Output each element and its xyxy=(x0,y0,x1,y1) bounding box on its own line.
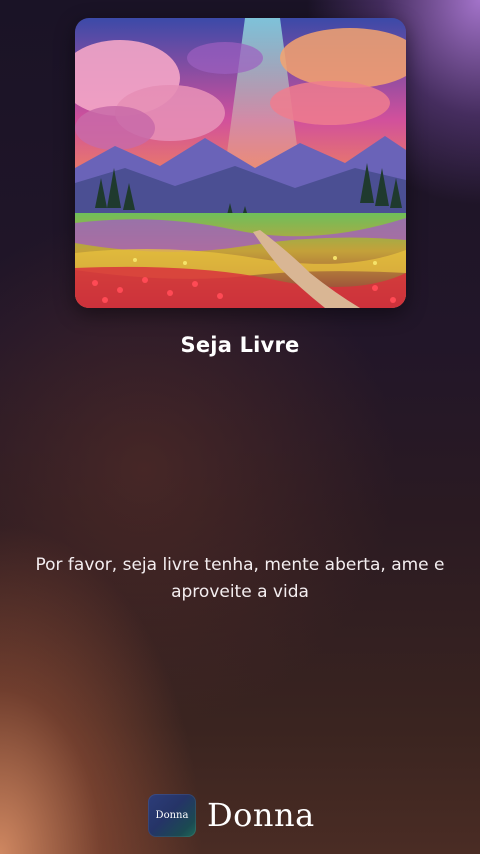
brand-name: Donna xyxy=(207,796,315,834)
brand-logo: Donna Donna xyxy=(148,793,315,837)
lyrics-text: Por favor, seja livre tenha, mente abert… xyxy=(35,555,445,602)
app-logo-text: Donna xyxy=(155,809,189,821)
album-cover-image[interactable] xyxy=(75,18,406,308)
app-logo-icon: Donna xyxy=(148,793,196,837)
song-title: Seja Livre xyxy=(180,333,300,357)
